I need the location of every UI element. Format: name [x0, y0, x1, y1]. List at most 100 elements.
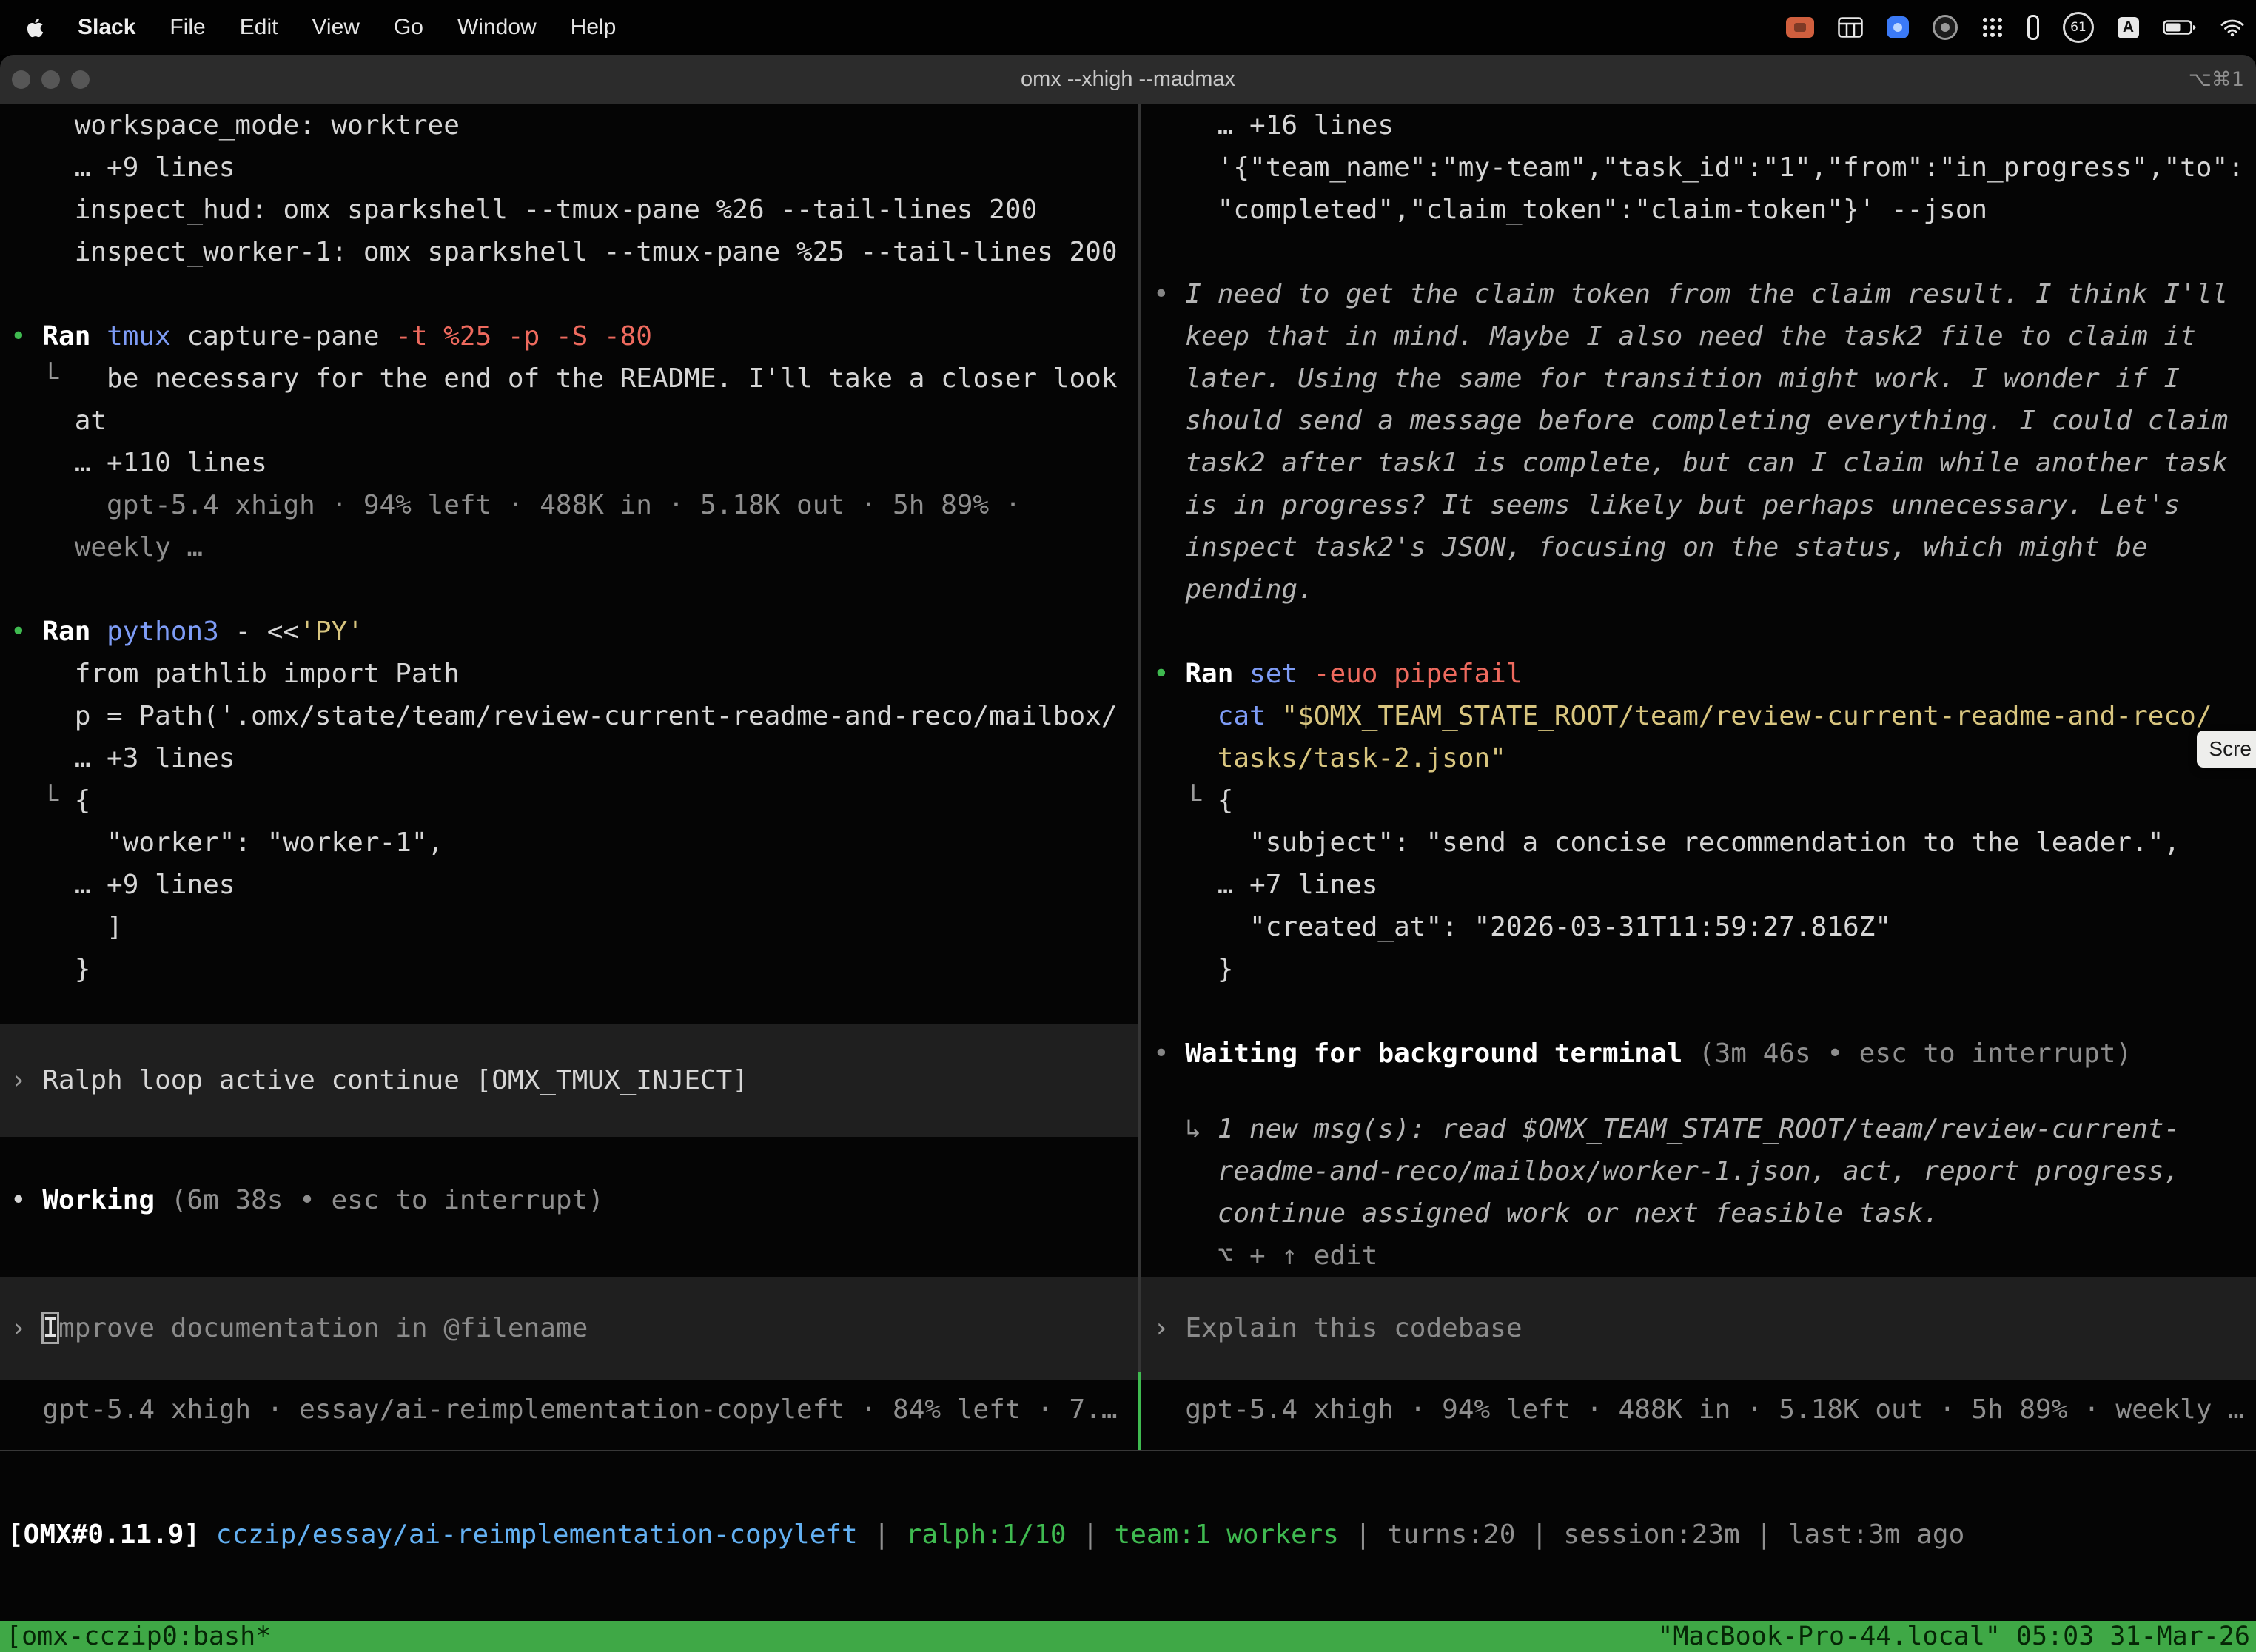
terminal-line: gpt-5.4 xhigh · essay/ai-reimplementatio… [0, 1389, 1138, 1431]
terminal-line: ⌥ + ↑ edit [1141, 1235, 2256, 1277]
terminal-line: "created_at": "2026-03-31T11:59:27.816Z" [1141, 906, 2256, 948]
wifi-icon[interactable] [2220, 18, 2244, 37]
tmux-session-label: [omx-cczip0:bash* [6, 1622, 271, 1651]
close-button[interactable] [12, 70, 30, 89]
menu-view[interactable]: View [312, 15, 359, 40]
terminal-line: workspace_mode: worktree [0, 104, 1138, 147]
tmux-panes: workspace_mode: worktree … +9 lines insp… [0, 104, 2256, 1450]
terminal-line: … +9 lines [0, 147, 1138, 189]
terminal-line: … +7 lines [1141, 864, 2256, 906]
terminal-line: … +110 lines [0, 442, 1138, 484]
spacer [0, 1380, 1138, 1389]
terminal-line: keep that in mind. Maybe I also need the… [1141, 315, 2256, 357]
battery-icon[interactable] [2163, 19, 2197, 36]
terminal-window: omx --xhigh --madmax ⌥⌘1 workspace_mode:… [0, 55, 2256, 1652]
menu-help[interactable]: Help [571, 15, 617, 40]
terminal-line: • Ran set -euo pipefail [1141, 653, 2256, 695]
terminal-line: ] [0, 906, 1138, 948]
prompt-input[interactable]: › Explain this codebase [1141, 1277, 2256, 1380]
right-pane[interactable]: … +16 lines '{"team_name":"my-team","tas… [1141, 104, 2256, 1450]
terminal-line: inspect_hud: omx sparkshell --tmux-pane … [0, 189, 1138, 231]
menu-edit[interactable]: Edit [240, 15, 278, 40]
spacer [0, 1221, 1138, 1277]
menu-bar: Slack File Edit View Go Window Help 61 A [0, 0, 2256, 55]
terminal-line: ↳ 1 new msg(s): read $OMX_TEAM_STATE_ROO… [1141, 1108, 2256, 1150]
terminal-line: gpt-5.4 xhigh · 94% left · 488K in · 5.1… [1141, 1389, 2256, 1431]
battery-percent-value: 61 [2070, 20, 2087, 35]
terminal-content: workspace_mode: worktree … +9 lines insp… [0, 104, 2256, 1652]
menu-go[interactable]: Go [394, 15, 423, 40]
terminal-line: readme-and-reco/mailbox/worker-1.json, a… [1141, 1150, 2256, 1192]
terminal-line: tasks/task-2.json" [1141, 737, 2256, 779]
window-shortcut-hint: ⌥⌘1 [2189, 68, 2244, 91]
terminal-line: weekly … [0, 526, 1138, 568]
terminal-line: pending. [1141, 568, 2256, 611]
terminal-line: └ { [1141, 779, 2256, 822]
terminal-line: … +16 lines [1141, 104, 2256, 147]
active-app-name[interactable]: Slack [78, 15, 135, 40]
screen-recording-indicator[interactable] [1786, 17, 1814, 38]
terminal-line: inspect_worker-1: omx sparkshell --tmux-… [0, 231, 1138, 273]
terminal-line: inspect task2's JSON, focusing on the st… [1141, 526, 2256, 568]
terminal-line: "completed","claim_token":"claim-token"}… [1141, 189, 2256, 231]
terminal-line: gpt-5.4 xhigh · 94% left · 488K in · 5.1… [0, 484, 1138, 526]
spacer [1141, 1380, 2256, 1389]
slim-capsule-icon[interactable] [2027, 15, 2039, 40]
terminal-line: "worker": "worker-1", [0, 822, 1138, 864]
minimize-button[interactable] [41, 70, 60, 89]
terminal-line: • Waiting for background terminal (3m 46… [1141, 1032, 2256, 1075]
terminal-line: } [0, 948, 1138, 990]
tmux-host-and-time: "MacBook-Pro-44.local" 05:03 31-Mar-26 [1657, 1622, 2250, 1651]
prompt-input-line: › Ralph loop active continue [OMX_TMUX_I… [0, 1059, 1138, 1101]
terminal-line: • Ran tmux capture-pane -t %25 -p -S -80 [0, 315, 1138, 357]
menu-bar-status-items: 61 A [1786, 12, 2256, 43]
spacer [1141, 1075, 2256, 1108]
terminal-line: at [0, 400, 1138, 442]
grid-window-icon[interactable] [1838, 17, 1863, 38]
terminal-line: └ be necessary for the end of the README… [0, 357, 1138, 400]
terminal-line: '{"team_name":"my-team","task_id":"1","f… [1141, 147, 2256, 189]
blue-app-icon[interactable] [1887, 16, 1909, 38]
terminal-line: } [1141, 948, 2256, 990]
terminal-line: • Ran python3 - <<'PY' [0, 611, 1138, 653]
battery-percent-ring[interactable]: 61 [2063, 12, 2094, 43]
hud-separator [0, 1450, 2256, 1451]
spacer [0, 990, 1138, 1024]
input-source-icon[interactable]: A [2118, 17, 2139, 38]
desktop: Slack File Edit View Go Window Help 61 A [0, 0, 2256, 1652]
prompt-input[interactable]: › Ralph loop active continue [OMX_TMUX_I… [0, 1024, 1138, 1137]
tmux-status-bar: [omx-cczip0:bash* "MacBook-Pro-44.local"… [0, 1621, 2256, 1652]
clipped-screenshot-overlay: Scre [2197, 731, 2256, 768]
terminal-line: p = Path('.omx/state/team/review-current… [0, 695, 1138, 737]
menu-bar-left: Slack File Edit View Go Window Help [0, 15, 616, 40]
prompt-input-line: › Explain this codebase [1141, 1307, 2256, 1349]
spacer [1141, 990, 2256, 1032]
window-titlebar[interactable]: omx --xhigh --madmax ⌥⌘1 [0, 55, 2256, 104]
spacer [1141, 231, 2256, 273]
omx-status-line: [OMX#0.11.9] cczip/essay/ai-reimplementa… [0, 1514, 2256, 1556]
terminal-line: … +9 lines [0, 864, 1138, 906]
terminal-line: • Working (6m 38s • esc to interrupt) [0, 1179, 1138, 1221]
window-controls [12, 70, 90, 89]
terminal-line: cat "$OMX_TEAM_STATE_ROOT/team/review-cu… [1141, 695, 2256, 737]
terminal-line: later. Using the same for transition mig… [1141, 357, 2256, 400]
left-pane[interactable]: workspace_mode: worktree … +9 lines insp… [0, 104, 1138, 1450]
terminal-line: from pathlib import Path [0, 653, 1138, 695]
spacer [0, 273, 1138, 315]
terminal-line: continue assigned work or next feasible … [1141, 1192, 2256, 1235]
terminal-line: task2 after task1 is complete, but can I… [1141, 442, 2256, 484]
pane-divider[interactable] [1138, 104, 1141, 1450]
zoom-button[interactable] [71, 70, 90, 89]
window-title: omx --xhigh --madmax [0, 67, 2256, 92]
app-menus: File Edit View Go Window Help [169, 15, 616, 40]
menu-file[interactable]: File [169, 15, 205, 40]
terminal-line: … +3 lines [0, 737, 1138, 779]
spacer [0, 568, 1138, 611]
dots-grid-icon[interactable] [1981, 16, 2004, 38]
dark-circle-icon[interactable] [1933, 15, 1958, 40]
apple-menu-icon[interactable] [27, 17, 44, 38]
menu-window[interactable]: Window [457, 15, 537, 40]
prompt-input[interactable]: › Improve documentation in @filename [0, 1277, 1138, 1380]
spacer [1141, 611, 2256, 653]
prompt-input-line: › Improve documentation in @filename [0, 1307, 1138, 1349]
